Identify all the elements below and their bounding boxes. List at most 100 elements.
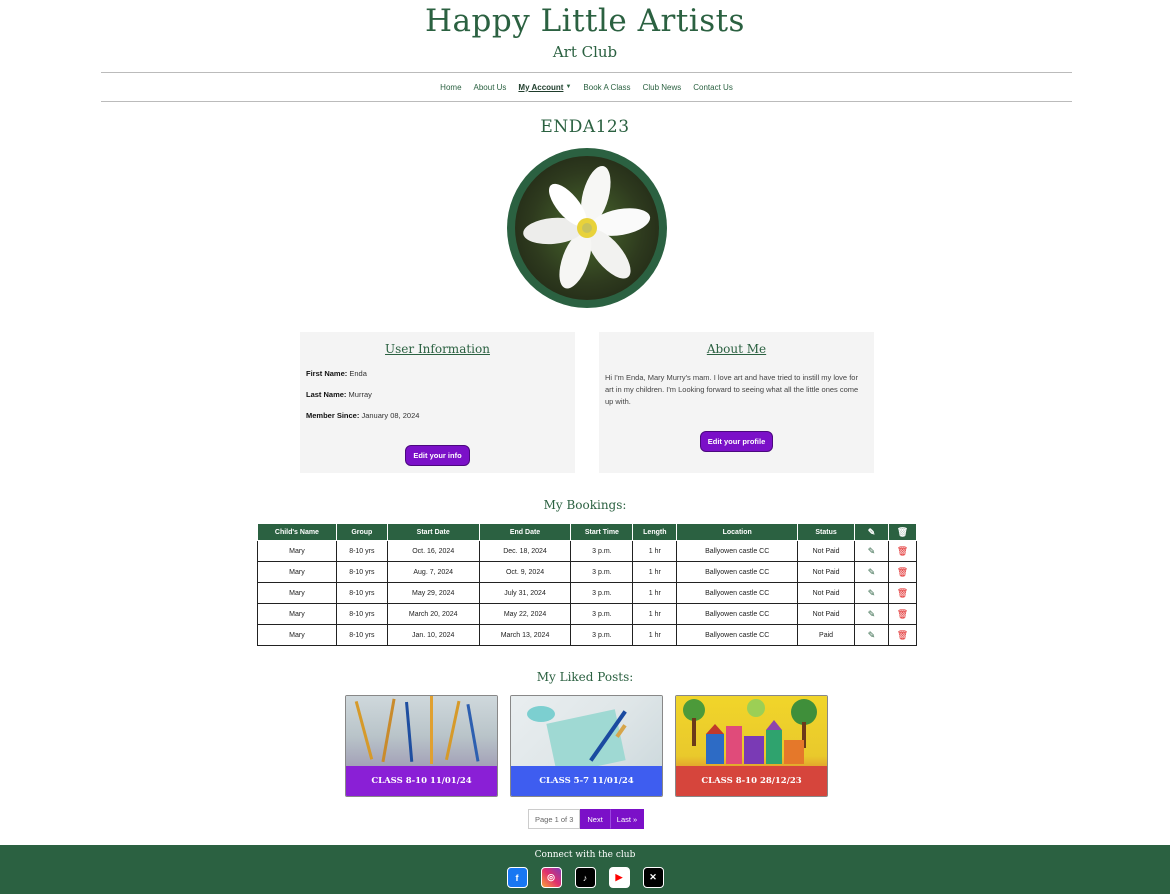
cell-childs-name: Mary [257,582,337,604]
about-me-card: About Me Hi I'm Enda, Mary Murry's mam. … [599,332,874,473]
liked-posts-list: CLASS 8-10 11/01/24 CLASS 5-7 11/01/24 C… [345,695,828,797]
nav-book-a-class[interactable]: Book A Class [583,83,630,92]
cell-childs-name: Mary [257,561,337,583]
post-label: CLASS 8-10 28/12/23 [676,766,827,796]
liked-posts-title: My Liked Posts: [536,670,634,684]
edit-pencil-icon[interactable]: ✎ [868,630,876,640]
about-me-text: Hi I'm Enda, Mary Murry's mam. I love ar… [605,373,859,406]
cell-location: Ballyowen castle CC [676,540,799,562]
cell-start-date: May 29, 2024 [386,582,480,604]
nav-home[interactable]: Home [440,83,461,92]
cell-location: Ballyowen castle CC [676,603,799,625]
delete-booking-cell: 🗑 [887,540,918,562]
table-row: Mary 8-10 yrs Oct. 16, 2024 Dec. 18, 2024 3 … [257,540,918,562]
last-name-line: Last Name: Murray [306,390,575,399]
last-name-value: Murray [348,390,372,399]
youtube-icon[interactable]: ▶ [608,867,630,888]
col-group: Group [335,523,388,541]
site-title[interactable]: Happy Little Artists [0,2,1170,40]
instagram-icon[interactable]: ◎ [540,867,562,888]
liked-post-card[interactable]: CLASS 8-10 28/12/23 [675,695,828,797]
cell-start-time: 3 p.m. [570,540,634,562]
kids-painting-icon [683,699,817,764]
trash-icon: 🗑 [896,526,909,537]
first-name-value: Enda [349,369,367,378]
cell-start-time: 3 p.m. [570,603,634,625]
bookings-title: My Bookings: [543,498,627,512]
user-information-title: User Information [385,342,490,356]
edit-pencil-icon[interactable]: ✎ [868,567,876,577]
x-icon[interactable]: ✕ [642,867,664,888]
bookings-header-row: Child's Name Group Start Date End Date S… [257,523,918,541]
cell-status: Paid [797,624,856,646]
bookings-body: Mary 8-10 yrs Oct. 16, 2024 Dec. 18, 2024 3 … [257,540,918,646]
edit-pencil-icon[interactable]: ✎ [868,546,876,556]
col-status: Status [797,523,856,541]
edit-profile-button[interactable]: Edit your profile [699,431,774,452]
pagination: Page 1 of 3 Next Last » [528,809,645,829]
footer-title: Connect with the club [534,850,636,860]
delete-booking-cell: 🗑 [887,603,918,625]
liked-post-card[interactable]: CLASS 8-10 11/01/24 [345,695,498,797]
avatar-image [515,156,659,300]
profile-username: ENDA123 [540,117,630,137]
nav-my-account[interactable]: My Account [518,83,563,92]
cell-childs-name: Mary [257,603,337,625]
nav-club-news[interactable]: Club News [643,83,682,92]
delete-trash-icon[interactable]: 🗑 [897,588,908,598]
nav-contact-us[interactable]: Contact Us [693,83,733,92]
last-name-label: Last Name: [306,390,347,399]
next-page-button[interactable]: Next [580,809,610,829]
post-label: CLASS 8-10 11/01/24 [346,766,497,796]
cell-length: 1 hr [632,540,678,562]
edit-info-button[interactable]: Edit your info [405,445,470,466]
cell-end-date: May 22, 2024 [478,603,572,625]
edit-pencil-icon[interactable]: ✎ [868,609,876,619]
liked-post-card[interactable]: CLASS 5-7 11/01/24 [510,695,663,797]
nav-my-account-wrap[interactable]: My Account ▼ [518,83,571,92]
delete-trash-icon[interactable]: 🗑 [897,609,908,619]
site-header: Happy Little Artists Art Club [0,0,1170,62]
cell-end-date: July 31, 2024 [478,582,572,604]
cell-group: 8-10 yrs [335,603,388,625]
delete-trash-icon[interactable]: 🗑 [897,630,908,640]
delete-booking-cell: 🗑 [887,561,918,583]
cell-length: 1 hr [632,561,678,583]
col-childs-name: Child's Name [257,523,337,541]
col-length: Length [632,523,678,541]
edit-booking-cell: ✎ [854,540,889,562]
caret-down-icon: ▼ [565,84,572,90]
cell-status: Not Paid [797,603,856,625]
avatar [507,148,667,308]
col-delete: 🗑 [887,523,918,541]
edit-booking-cell: ✎ [854,603,889,625]
edit-pencil-icon[interactable]: ✎ [868,588,876,598]
flower-icon [523,165,651,289]
cell-start-date: March 20, 2024 [386,603,480,625]
delete-booking-cell: 🗑 [887,582,918,604]
cell-location: Ballyowen castle CC [676,561,799,583]
edit-booking-cell: ✎ [854,624,889,646]
tiktok-icon[interactable]: ♪ [574,867,596,888]
edit-booking-cell: ✎ [854,582,889,604]
site-subtitle: Art Club [552,43,618,61]
paintbrushes-icon [354,696,480,764]
member-since-value: January 08, 2024 [361,411,420,420]
cell-start-date: Aug. 7, 2024 [386,561,480,583]
edit-info-wrap: Edit your info [300,445,575,466]
delete-trash-icon[interactable]: 🗑 [897,567,908,577]
member-since-line: Member Since: January 08, 2024 [306,411,575,420]
col-location: Location [676,523,799,541]
nav-about-us[interactable]: About Us [474,83,507,92]
pencil-icon: ✎ [867,526,876,537]
last-page-button[interactable]: Last » [609,809,645,829]
social-links: f ◎ ♪ ▶ ✕ [0,867,1170,888]
post-label: CLASS 5-7 11/01/24 [511,766,662,796]
edit-profile-wrap: Edit your profile [599,431,874,452]
cell-location: Ballyowen castle CC [676,624,799,646]
bookings-table: Child's Name Group Start Date End Date S… [257,523,918,646]
facebook-icon[interactable]: f [506,867,528,888]
user-information-card: User Information First Name: Enda Last N… [300,332,575,473]
cell-end-date: Oct. 9, 2024 [478,561,572,583]
delete-trash-icon[interactable]: 🗑 [897,546,908,556]
